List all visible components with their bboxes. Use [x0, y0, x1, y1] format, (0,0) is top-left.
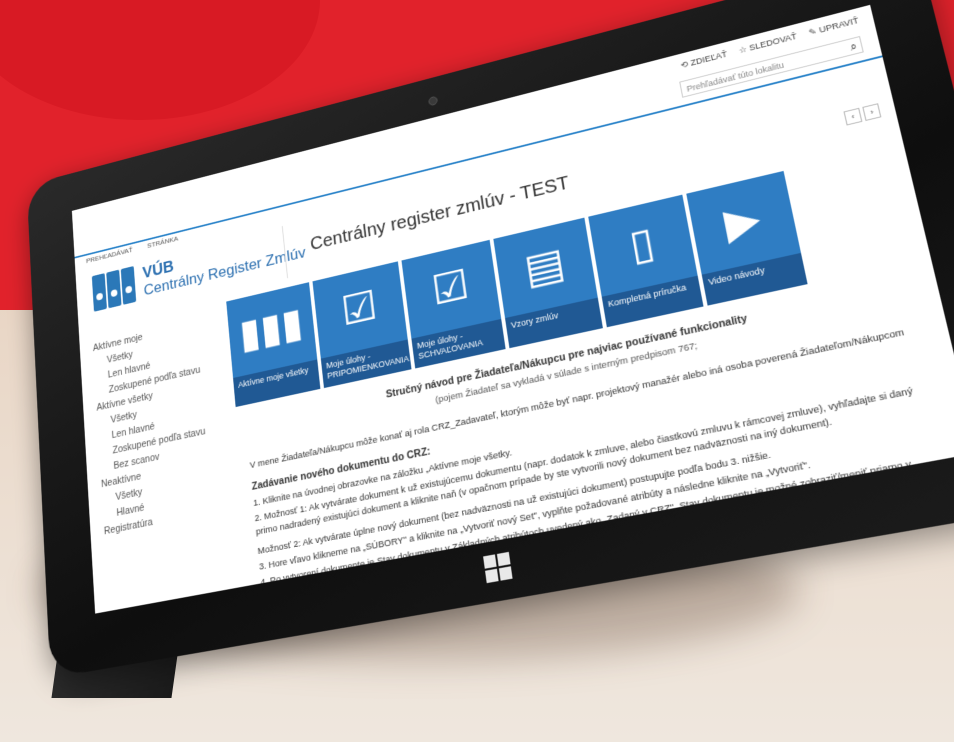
tile-label: Moje úlohy - SCHVAĽOVANIA: [411, 318, 506, 369]
share-button[interactable]: ⟲ ZDIEĽAŤ: [680, 49, 728, 71]
tile-label: Aktívne moje všetky: [233, 359, 321, 408]
tile-manual[interactable]: ▯ Kompletná príručka: [588, 194, 704, 328]
windows-logo-icon[interactable]: [483, 551, 513, 584]
tile-videos[interactable]: ▶ Video návody: [686, 170, 808, 306]
tile-label: Kompletná príručka: [601, 275, 704, 328]
edit-button[interactable]: ✎ UPRAVIŤ: [808, 15, 860, 38]
tile-templates[interactable]: ▤ Vzory zmlúv: [493, 217, 603, 349]
tile-tasks-approve[interactable]: ☑ Moje úlohy - SCHVAĽOVANIA: [401, 239, 506, 369]
tile-label: Video návody: [701, 252, 808, 306]
play-icon: ▶: [720, 194, 765, 249]
search-icon[interactable]: ⌕: [849, 38, 859, 56]
left-navigation: Aktívne moje Všetky Len hlavné Zoskupené…: [93, 318, 213, 540]
tile-active-mine[interactable]: ▮▮▮ Aktívne moje všetky: [226, 282, 321, 408]
tile-label: Moje úlohy - PRIPOMIENKOVANIA: [320, 339, 412, 389]
tile-tasks-review[interactable]: ☑ Moje úlohy - PRIPOMIENKOVANIA: [312, 261, 412, 389]
certificate-icon: ▤: [521, 239, 569, 294]
binders-logo-icon: [91, 266, 137, 312]
binders-icon: ▮▮▮: [237, 299, 305, 358]
chevron-left-icon[interactable]: ‹: [843, 107, 863, 126]
document-icon: ▯: [625, 218, 658, 271]
tile-label: Vzory zmlúv: [505, 297, 603, 349]
pager: ‹ ›: [843, 103, 882, 126]
chevron-right-icon[interactable]: ›: [862, 103, 882, 121]
checkbox-icon: ☑: [339, 282, 380, 335]
checkbox-icon: ☑: [429, 261, 472, 315]
